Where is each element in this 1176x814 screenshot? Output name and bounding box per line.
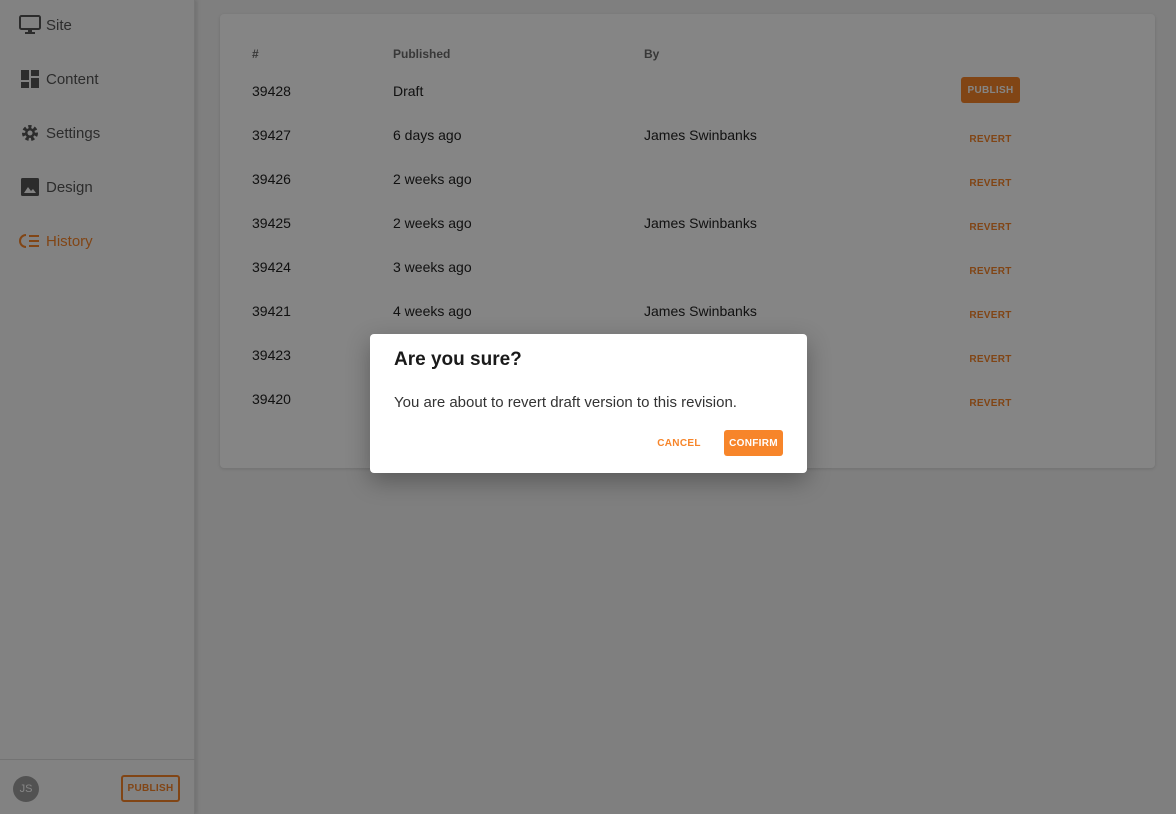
app: Site Content Settings Design History JS … xyxy=(0,0,1176,814)
dialog-message: You are about to revert draft version to… xyxy=(394,394,737,411)
dialog-title: Are you sure? xyxy=(394,349,522,370)
cancel-button[interactable]: CANCEL xyxy=(650,430,708,456)
confirm-dialog: Are you sure? You are about to revert dr… xyxy=(370,334,807,473)
confirm-button[interactable]: CONFIRM xyxy=(724,430,783,456)
